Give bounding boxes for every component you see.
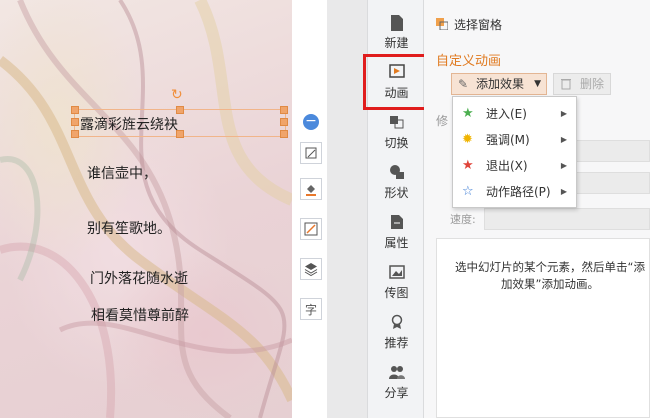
poem-line[interactable]: 谁信壶中， [87,163,157,183]
pen-icon: ✎ [458,77,469,91]
resize-handle[interactable] [280,118,288,126]
resize-handle[interactable] [71,130,79,138]
custom-animation-panel: 选择窗格 自定义动画 ✎ 添加效果 ▼ 删除 修 速度: 选中幻灯片的某个元素，… [424,0,650,418]
line-pen-icon[interactable] [300,218,322,240]
empty-hint: 选中幻灯片的某个元素，然后单击“添加效果”添加动画。 [455,260,645,291]
crop-icon[interactable] [300,142,322,164]
nav-item-properties[interactable]: 属性 [368,210,425,256]
slide-background-art [0,0,292,418]
exit-star-icon: ★ [462,158,474,173]
recommend-icon [388,314,406,332]
poem-line[interactable]: 相看莫惜尊前醉 [91,305,189,325]
nav-item-recommend[interactable]: 推荐 [368,310,425,356]
chevron-right-icon: ▶ [560,109,567,118]
menu-item-exit[interactable]: ★ 退出(X) ▶ [453,153,576,179]
chevron-right-icon: ▶ [560,187,567,196]
poem-line[interactable]: 门外落花随水逝 [90,268,188,288]
transition-icon [388,114,406,132]
speed-select[interactable] [484,208,650,230]
selection-pane-link[interactable]: 选择窗格 [436,16,502,33]
poem-line-title[interactable]: 露滴彩旌云绕袂 [80,114,178,134]
menu-item-emphasis[interactable]: ✹ 强调(M) ▶ [453,127,576,153]
nav-item-upload-image[interactable]: 传图 [368,260,425,306]
collapse-minus-button[interactable]: − [303,114,319,130]
resize-handle[interactable] [176,106,184,114]
rotate-handle-icon[interactable]: ↻ [171,88,185,102]
nav-item-new[interactable]: 新建 [368,10,425,56]
resize-handle[interactable] [71,106,79,114]
start-select[interactable] [574,140,650,162]
emphasis-star-icon: ✹ [462,132,473,147]
modify-label: 修 [436,114,449,128]
chevron-right-icon: ▶ [560,161,567,170]
add-effect-button[interactable]: ✎ 添加效果 ▼ [451,73,547,95]
animation-list[interactable]: 选中幻灯片的某个元素，然后单击“添加效果”添加动画。 [436,238,650,418]
slide-canvas[interactable]: ↻ 露滴彩旌云绕袂 谁信壶中， 别有笙歌地。 门外落花随水逝 相看莫惜尊前醉 [0,0,292,418]
section-title: 自定义动画 [436,54,502,69]
motion-path-star-icon: ☆ [462,184,474,199]
layers-icon[interactable] [300,258,322,280]
selection-pane-icon [436,18,449,31]
nav-item-share[interactable]: 分享 [368,360,425,406]
upload-image-icon [388,264,406,282]
fill-bucket-icon[interactable] [300,178,322,200]
new-icon [388,14,406,32]
nav-item-transition[interactable]: 切换 [368,110,425,156]
chevron-right-icon: ▶ [560,135,567,144]
trash-icon [560,74,572,94]
workspace-gutter [327,0,367,418]
poem-line[interactable]: 别有笙歌地。 [87,218,171,238]
resize-handle[interactable] [280,130,288,138]
nav-item-shape[interactable]: 形状 [368,160,425,206]
resize-handle[interactable] [71,118,79,126]
speed-label: 速度: [450,213,476,226]
text-format-icon[interactable]: 字 [300,298,322,320]
add-effect-menu: ★ 进入(E) ▶ ✹ 强调(M) ▶ ★ 退出(X) ▶ ☆ 动作路径(P) … [452,96,577,208]
properties-icon [388,214,406,232]
menu-item-motion-path[interactable]: ☆ 动作路径(P) ▶ [453,179,576,205]
shape-icon [388,164,406,182]
menu-item-enter[interactable]: ★ 进入(E) ▶ [453,101,576,127]
chevron-down-icon: ▼ [534,79,541,89]
property-select[interactable] [574,172,650,194]
highlight-annotation-box [363,54,430,110]
delete-button[interactable]: 删除 [553,73,611,95]
share-icon [388,364,406,382]
enter-star-icon: ★ [462,106,474,121]
resize-handle[interactable] [280,106,288,114]
